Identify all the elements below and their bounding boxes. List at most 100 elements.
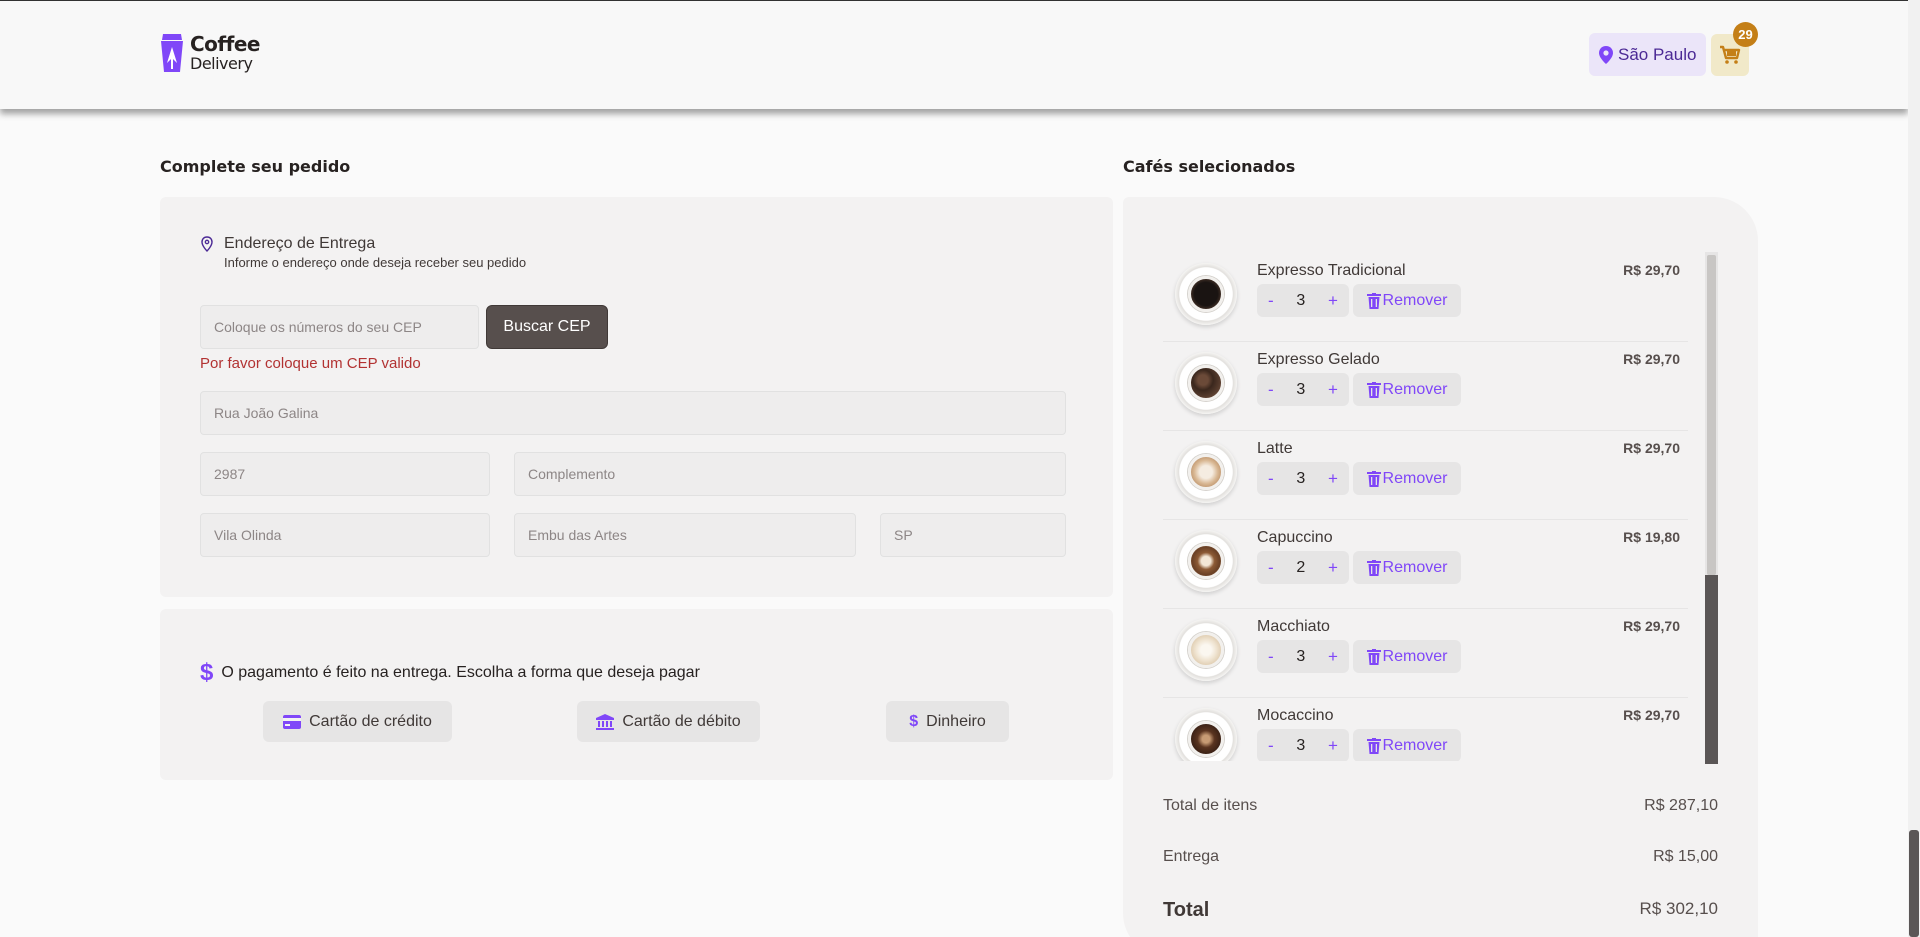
trash-icon xyxy=(1366,381,1381,398)
trash-icon xyxy=(1366,737,1381,754)
delivery-label: Entrega xyxy=(1163,848,1220,865)
decrease-button[interactable]: - xyxy=(1268,647,1274,667)
mocaccino-image xyxy=(1175,708,1237,761)
total-row: Total R$ 302,10 xyxy=(1163,899,1718,922)
street-input[interactable] xyxy=(200,391,1066,435)
city-input[interactable] xyxy=(514,513,856,557)
checkout-title: Complete seu pedido xyxy=(160,157,351,176)
remove-button[interactable]: Remover xyxy=(1353,373,1461,406)
cep-error-message: Por favor coloque um CEP valido xyxy=(200,355,421,372)
increase-button[interactable]: + xyxy=(1328,647,1338,667)
item-price: R$ 29,70 xyxy=(1623,351,1680,367)
remove-label: Remover xyxy=(1382,736,1448,754)
location-label: São Paulo xyxy=(1618,44,1697,64)
decrease-button[interactable]: - xyxy=(1268,380,1274,400)
decrease-button[interactable]: - xyxy=(1268,736,1274,756)
page-scroll-thumb[interactable] xyxy=(1909,830,1919,937)
cash-button[interactable]: $ Dinheiro xyxy=(886,701,1009,742)
item-price: R$ 29,70 xyxy=(1623,262,1680,278)
decrease-button[interactable]: - xyxy=(1268,291,1274,311)
remove-button[interactable]: Remover xyxy=(1353,284,1461,317)
trash-icon xyxy=(1366,470,1381,487)
payment-card: $ O pagamento é feito na entrega. Escolh… xyxy=(160,609,1113,780)
delivery-row: Entrega R$ 15,00 xyxy=(1163,848,1718,866)
credit-card-label: Cartão de crédito xyxy=(309,712,432,730)
coffee-cup-icon xyxy=(161,34,183,72)
quantity-stepper: - 3 + xyxy=(1257,729,1349,761)
credit-card-icon xyxy=(283,714,302,729)
remove-label: Remover xyxy=(1382,469,1448,487)
address-header: Endereço de Entrega Informe o endereço o… xyxy=(200,235,526,270)
expresso-tradicional-image xyxy=(1175,263,1237,325)
page-scrollbar[interactable] xyxy=(1908,0,1920,937)
cash-label: Dinheiro xyxy=(926,712,986,730)
logo-text: Coffee Delivery xyxy=(190,34,260,72)
item-name: Expresso Tradicional xyxy=(1257,262,1406,279)
increase-button[interactable]: + xyxy=(1328,380,1338,400)
item-name: Capuccino xyxy=(1257,529,1333,546)
trash-icon xyxy=(1366,648,1381,665)
district-input[interactable] xyxy=(200,513,490,557)
remove-button[interactable]: Remover xyxy=(1353,462,1461,495)
item-quantity: 3 xyxy=(1296,647,1306,665)
remove-label: Remover xyxy=(1382,558,1448,576)
item-quantity: 3 xyxy=(1296,291,1306,309)
cash-icon: $ xyxy=(909,712,919,730)
trash-icon xyxy=(1366,292,1381,309)
increase-button[interactable]: + xyxy=(1328,558,1338,578)
address-card: Endereço de Entrega Informe o endereço o… xyxy=(160,197,1113,597)
cart-count-badge: 29 xyxy=(1733,22,1758,47)
total-value: R$ 302,10 xyxy=(1639,899,1718,918)
increase-button[interactable]: + xyxy=(1328,469,1338,489)
item-name: Latte xyxy=(1257,440,1293,457)
cart-card: Expresso Tradicional R$ 29,70 - 3 + Remo… xyxy=(1123,197,1758,937)
increase-button[interactable]: + xyxy=(1328,736,1338,756)
cart-item: Capuccino R$ 19,80 - 2 + Remover xyxy=(1163,520,1688,609)
logo[interactable]: Coffee Delivery xyxy=(160,33,260,73)
latte-image xyxy=(1175,441,1237,503)
capuccino-image xyxy=(1175,530,1237,592)
increase-button[interactable]: + xyxy=(1328,291,1338,311)
item-quantity: 3 xyxy=(1296,469,1306,487)
cart-items-list[interactable]: Expresso Tradicional R$ 29,70 - 3 + Remo… xyxy=(1163,253,1688,761)
cart-item: Macchiato R$ 29,70 - 3 + Remover xyxy=(1163,609,1688,698)
remove-button[interactable]: Remover xyxy=(1353,640,1461,673)
number-input[interactable] xyxy=(200,452,490,496)
remove-button[interactable]: Remover xyxy=(1353,729,1461,761)
credit-card-button[interactable]: Cartão de crédito xyxy=(263,701,452,742)
macchiato-image xyxy=(1175,619,1237,681)
logo-line-1: Coffee xyxy=(190,32,260,56)
debit-card-button[interactable]: Cartão de débito xyxy=(577,701,760,742)
quantity-stepper: - 2 + xyxy=(1257,551,1349,584)
cart-item: Mocaccino R$ 29,70 - 3 + Remover xyxy=(1163,698,1688,761)
cart-list-scroll-thumb[interactable] xyxy=(1707,255,1716,575)
address-heading: Endereço de Entrega xyxy=(224,235,376,252)
cep-input[interactable] xyxy=(200,305,479,349)
quantity-stepper: - 3 + xyxy=(1257,373,1349,406)
delivery-value: R$ 15,00 xyxy=(1653,848,1718,865)
item-name: Expresso Gelado xyxy=(1257,351,1380,368)
item-price: R$ 29,70 xyxy=(1623,440,1680,456)
item-price: R$ 19,80 xyxy=(1623,529,1680,545)
address-subheading: Informe o endereço onde deseja receber s… xyxy=(224,255,527,270)
quantity-stepper: - 3 + xyxy=(1257,284,1349,317)
remove-button[interactable]: Remover xyxy=(1353,551,1461,584)
cart-item: Expresso Tradicional R$ 29,70 - 3 + Remo… xyxy=(1163,253,1688,342)
cart-list-scroll-lower xyxy=(1705,575,1718,764)
uf-input[interactable] xyxy=(880,513,1066,557)
total-items-value: R$ 287,10 xyxy=(1644,797,1718,814)
complement-input[interactable] xyxy=(514,452,1066,496)
location-badge[interactable]: São Paulo xyxy=(1589,33,1707,76)
quantity-stepper: - 3 + xyxy=(1257,462,1349,495)
map-pin-outline-icon xyxy=(201,236,213,252)
total-items-row: Total de itens R$ 287,10 xyxy=(1163,797,1718,815)
search-cep-button[interactable]: Buscar CEP xyxy=(486,305,608,349)
logo-line-2: Delivery xyxy=(190,54,253,73)
decrease-button[interactable]: - xyxy=(1268,469,1274,489)
quantity-stepper: - 3 + xyxy=(1257,640,1349,673)
decrease-button[interactable]: - xyxy=(1268,558,1274,578)
item-price: R$ 29,70 xyxy=(1623,618,1680,634)
item-quantity: 2 xyxy=(1296,558,1306,576)
item-quantity: 3 xyxy=(1296,736,1306,754)
trash-icon xyxy=(1366,559,1381,576)
